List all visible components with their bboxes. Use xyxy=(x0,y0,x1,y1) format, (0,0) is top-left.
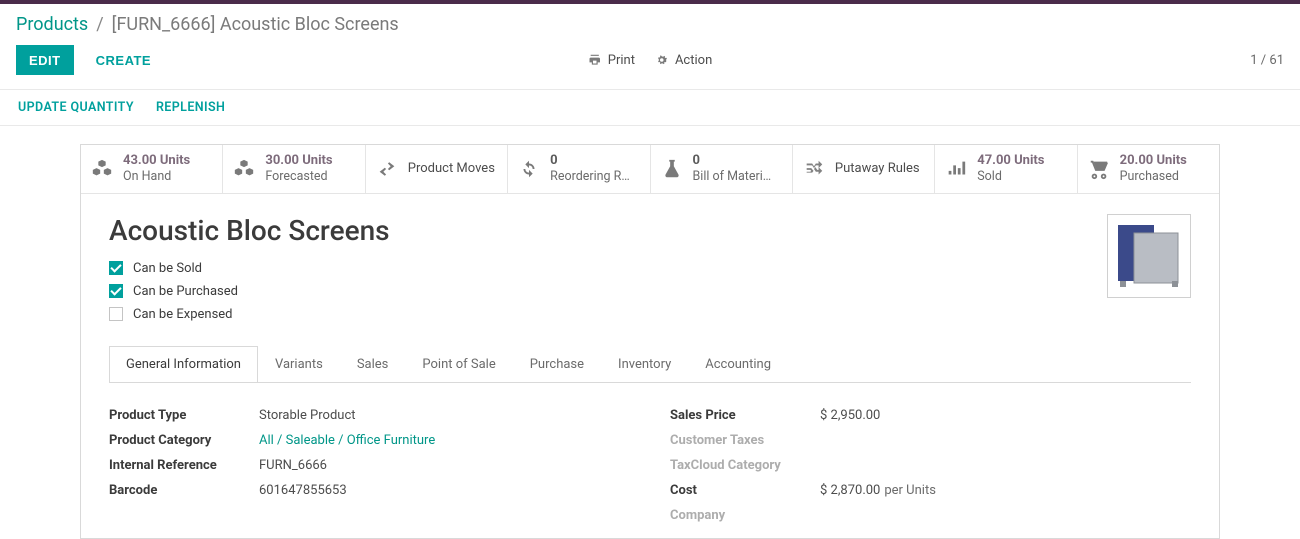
stat-forecasted[interactable]: 30.00 UnitsForecasted xyxy=(223,145,365,193)
label-product-category: Product Category xyxy=(109,433,259,448)
label-cost: Cost xyxy=(670,483,820,498)
tab-sales[interactable]: Sales xyxy=(340,346,406,382)
form-header: Acoustic Bloc Screens Can be Sold Can be… xyxy=(81,194,1219,336)
tab-general[interactable]: General Information xyxy=(109,346,258,382)
stat-product-moves[interactable]: Product Moves xyxy=(366,145,508,193)
label-internal-ref: Internal Reference xyxy=(109,458,259,473)
check-label: Can be Sold xyxy=(133,261,202,276)
form-sheet: 43.00 UnitsOn Hand 30.00 UnitsForecasted… xyxy=(80,144,1220,539)
subaction-row: UPDATE QUANTITY REPLENISH xyxy=(0,89,1300,126)
stat-val: 20.00 Units xyxy=(1120,153,1187,169)
stat-label: Forecasted xyxy=(265,169,332,185)
product-thumb-icon xyxy=(1112,219,1186,293)
cost-per: per Units xyxy=(884,483,936,498)
tabs: General Information Variants Sales Point… xyxy=(81,336,1219,382)
form-col-right: Sales Price$ 2,950.00 Customer Taxes Tax… xyxy=(670,403,1191,528)
flask-icon xyxy=(661,158,683,180)
checkbox-checked-icon xyxy=(109,261,123,275)
stat-val: 43.00 Units xyxy=(123,153,190,169)
stat-on-hand[interactable]: 43.00 UnitsOn Hand xyxy=(81,145,223,193)
action-label: Action xyxy=(675,53,712,68)
stat-label: Putaway Rules xyxy=(835,161,920,177)
tab-variants[interactable]: Variants xyxy=(258,346,340,382)
update-quantity-button[interactable]: UPDATE QUANTITY xyxy=(18,100,134,115)
stat-sold[interactable]: 47.00 UnitsSold xyxy=(935,145,1077,193)
value-product-type: Storable Product xyxy=(259,408,630,423)
action-row: EDIT CREATE Print Action 1 / 61 xyxy=(0,43,1300,89)
print-button[interactable]: Print xyxy=(588,53,635,68)
print-icon xyxy=(588,53,602,67)
can-be-sold-row[interactable]: Can be Sold xyxy=(109,261,1087,276)
value-company xyxy=(820,508,1191,523)
stat-val: 30.00 Units xyxy=(265,153,332,169)
stat-val: 0 xyxy=(693,153,772,169)
breadcrumb-sep: / xyxy=(96,14,103,35)
checkbox-checked-icon xyxy=(109,284,123,298)
check-label: Can be Purchased xyxy=(133,284,238,299)
breadcrumb-root[interactable]: Products xyxy=(16,14,88,35)
action-center: Print Action xyxy=(588,53,713,68)
stat-row: 43.00 UnitsOn Hand 30.00 UnitsForecasted… xyxy=(81,145,1219,194)
create-button[interactable]: CREATE xyxy=(84,45,163,75)
stat-bom[interactable]: 0Bill of Materi… xyxy=(651,145,793,193)
check-label: Can be Expensed xyxy=(133,307,233,322)
label-company: Company xyxy=(670,508,820,523)
label-sales-price: Sales Price xyxy=(670,408,820,423)
form-body: Product TypeStorable Product Product Cat… xyxy=(81,383,1219,538)
tab-purchase[interactable]: Purchase xyxy=(513,346,601,382)
refresh-icon xyxy=(518,158,540,180)
value-barcode: 601647855653 xyxy=(259,483,630,498)
form-col-left: Product TypeStorable Product Product Cat… xyxy=(109,403,630,528)
stat-reordering[interactable]: 0Reordering R… xyxy=(508,145,650,193)
action-dropdown[interactable]: Action xyxy=(655,53,712,68)
cost-amount: $ 2,870.00 xyxy=(820,483,880,498)
label-barcode: Barcode xyxy=(109,483,259,498)
stat-putaway[interactable]: Putaway Rules xyxy=(793,145,935,193)
stat-val: 0 xyxy=(550,153,630,169)
can-be-purchased-row[interactable]: Can be Purchased xyxy=(109,284,1087,299)
product-title: Acoustic Bloc Screens xyxy=(109,214,1087,247)
stat-label: Product Moves xyxy=(408,161,495,177)
stat-label: Reordering R… xyxy=(550,169,630,185)
boxes-icon xyxy=(91,158,113,180)
product-image[interactable] xyxy=(1107,214,1191,298)
label-product-type: Product Type xyxy=(109,408,259,423)
swap-icon xyxy=(376,158,398,180)
value-cost: $ 2,870.00 per Units xyxy=(820,483,1191,498)
replenish-button[interactable]: REPLENISH xyxy=(156,100,225,115)
tab-divider xyxy=(109,382,1191,383)
label-taxcloud: TaxCloud Category xyxy=(670,458,820,473)
breadcrumb-current: [FURN_6666] Acoustic Bloc Screens xyxy=(112,14,399,35)
value-sales-price: $ 2,950.00 xyxy=(820,408,1191,423)
stat-label: Bill of Materi… xyxy=(693,169,772,185)
value-internal-ref: FURN_6666 xyxy=(259,458,630,473)
stat-label: On Hand xyxy=(123,169,190,185)
value-product-category[interactable]: All / Saleable / Office Furniture xyxy=(259,433,630,448)
shuffle-icon xyxy=(803,158,825,180)
breadcrumb: Products / [FURN_6666] Acoustic Bloc Scr… xyxy=(0,4,1300,43)
print-label: Print xyxy=(608,53,635,68)
tab-pos[interactable]: Point of Sale xyxy=(405,346,512,382)
cart-icon xyxy=(1088,158,1110,180)
value-taxcloud xyxy=(820,458,1191,473)
bars-icon xyxy=(945,158,967,180)
gear-icon xyxy=(655,53,669,67)
stat-val: 47.00 Units xyxy=(977,153,1044,169)
tab-inventory[interactable]: Inventory xyxy=(601,346,688,382)
boxes-icon xyxy=(233,158,255,180)
pager[interactable]: 1 / 61 xyxy=(1250,53,1284,68)
checkbox-empty-icon xyxy=(109,307,123,321)
stat-label: Sold xyxy=(977,169,1044,185)
label-customer-taxes: Customer Taxes xyxy=(670,433,820,448)
value-customer-taxes xyxy=(820,433,1191,448)
tab-accounting[interactable]: Accounting xyxy=(688,346,788,382)
stat-label: Purchased xyxy=(1120,169,1187,185)
can-be-expensed-row[interactable]: Can be Expensed xyxy=(109,307,1087,322)
stat-purchased[interactable]: 20.00 UnitsPurchased xyxy=(1078,145,1219,193)
edit-button[interactable]: EDIT xyxy=(16,45,74,75)
